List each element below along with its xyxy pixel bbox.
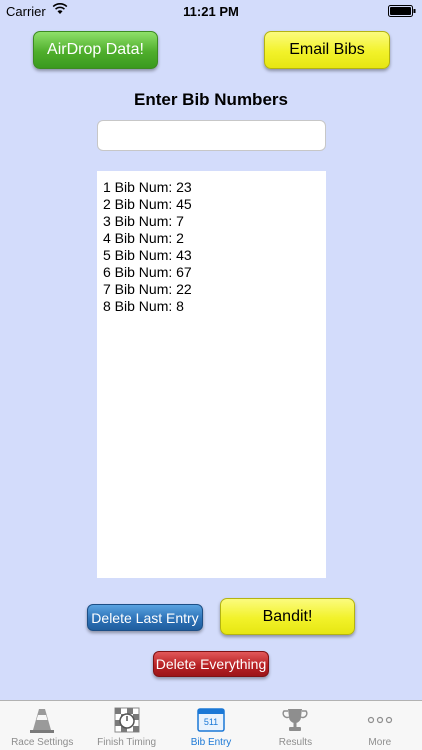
list-item: 5 Bib Num: 43 xyxy=(103,247,192,263)
bib-number-input[interactable] xyxy=(97,120,326,151)
tab-label: Results xyxy=(278,737,313,748)
tab-bib-entry[interactable]: 511 Bib Entry xyxy=(169,701,253,750)
list-item: 3 Bib Num: 7 xyxy=(103,213,184,229)
email-bibs-button[interactable]: Email Bibs xyxy=(264,31,390,69)
status-time: 11:21 PM xyxy=(183,4,239,19)
list-item: 1 Bib Num: 23 xyxy=(103,179,192,195)
tab-label: Race Settings xyxy=(11,737,74,748)
tab-label: Bib Entry xyxy=(190,737,232,748)
tab-finish-timing[interactable]: Finish Timing xyxy=(84,701,168,750)
list-item: 2 Bib Num: 45 xyxy=(103,196,192,212)
list-item: 8 Bib Num: 8 xyxy=(103,298,184,314)
status-bar: Carrier 11:21 PM xyxy=(0,0,422,22)
list-item: 6 Bib Num: 67 xyxy=(103,264,192,280)
battery-icon xyxy=(388,5,416,17)
checkered-stopwatch-icon xyxy=(114,707,140,733)
delete-last-entry-button[interactable]: Delete Last Entry xyxy=(87,604,203,631)
more-icon xyxy=(367,716,392,724)
bib-badge-text: 511 xyxy=(204,717,218,727)
tab-label: More xyxy=(368,737,392,748)
tab-race-settings[interactable]: Race Settings xyxy=(0,701,84,750)
bib-icon: 511 xyxy=(197,708,225,732)
page-title: Enter Bib Numbers xyxy=(134,90,288,109)
tab-label: Finish Timing xyxy=(97,737,157,748)
trophy-icon xyxy=(282,709,308,731)
airdrop-data-button[interactable]: AirDrop Data! xyxy=(33,31,158,69)
delete-everything-button[interactable]: Delete Everything xyxy=(153,651,269,677)
list-item: 7 Bib Num: 22 xyxy=(103,281,192,297)
bandit-button[interactable]: Bandit! xyxy=(220,598,355,635)
bib-entries-list[interactable]: 1 Bib Num: 23 2 Bib Num: 45 3 Bib Num: 7… xyxy=(97,171,326,578)
tab-bar: Race Settings Finish Timing 511 Bib Entr… xyxy=(0,700,422,750)
tab-results[interactable]: Results xyxy=(253,701,337,750)
tab-more[interactable]: More xyxy=(338,701,422,750)
list-item: 4 Bib Num: 2 xyxy=(103,230,184,246)
cone-icon xyxy=(30,709,55,733)
